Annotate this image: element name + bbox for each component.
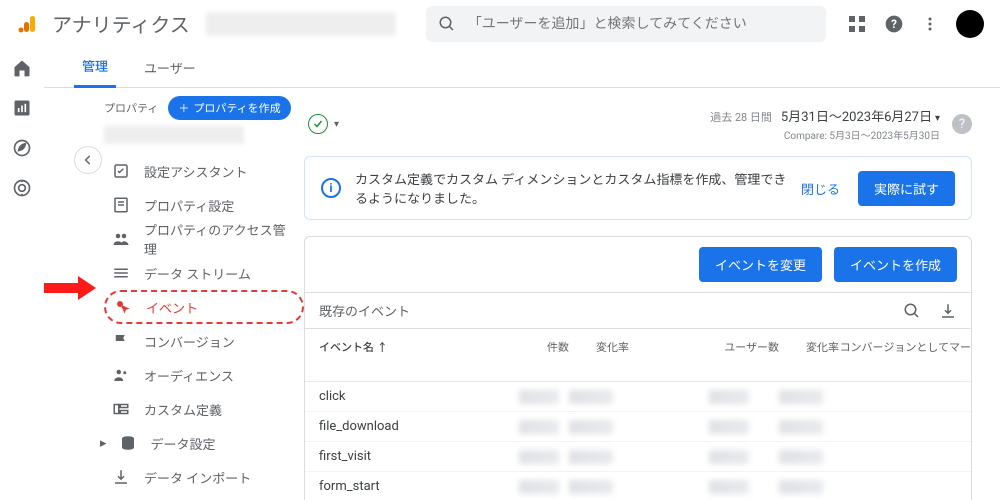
table-row: file_download — [305, 412, 971, 442]
app-title: アナリティクス — [52, 9, 190, 38]
event-name[interactable]: first_visit — [319, 449, 519, 464]
table-header: イベント名 ↑ 件数 変化率 ユーザー数 変化率 コンバージョンとしてマークを付… — [305, 329, 971, 382]
banner-text: カスタム定義でカスタム ディメンションとカスタム指標を作成、管理できるようになり… — [355, 169, 787, 207]
create-property-button[interactable]: ＋ プロパティを作成 — [168, 96, 290, 120]
search-input[interactable] — [468, 16, 814, 32]
tab-users[interactable]: ユーザー — [136, 48, 204, 87]
top-icons: ? — [848, 10, 984, 38]
apps-icon[interactable] — [848, 15, 866, 33]
flag-icon — [112, 332, 130, 350]
sidebar-item-audiences[interactable]: オーディエンス — [104, 358, 304, 392]
definitions-icon — [112, 400, 130, 418]
help-icon[interactable]: ? — [952, 114, 972, 134]
events-card: イベントを変更 イベントを作成 既存のイベント イベント名 ↑ 件数 変化率 ユ… — [304, 236, 972, 500]
modify-event-button[interactable]: イベントを変更 — [699, 247, 822, 282]
event-name[interactable]: form_start — [319, 479, 519, 494]
explore-icon[interactable] — [12, 138, 32, 158]
card-title: 既存のイベント — [319, 301, 410, 320]
info-icon: i — [321, 178, 341, 198]
chevron-down-icon: ▾ — [334, 119, 339, 130]
annotation-arrow — [44, 278, 100, 298]
table-row: click — [305, 382, 971, 412]
sidebar-item-property-settings[interactable]: プロパティ設定 — [104, 188, 304, 222]
sidebar-item-data-settings[interactable]: ▸データ設定 — [104, 426, 304, 460]
search-icon[interactable] — [903, 302, 921, 320]
create-event-button[interactable]: イベントを作成 — [834, 247, 957, 282]
search-box[interactable] — [426, 6, 826, 42]
plus-icon: ＋ — [178, 100, 189, 116]
help-icon[interactable]: ? — [884, 14, 904, 34]
status-dropdown[interactable]: ▾ — [308, 114, 339, 134]
banner-close-link[interactable]: 閉じる — [801, 179, 840, 198]
sidebar-item-events[interactable]: イベント — [104, 290, 304, 324]
database-icon — [119, 434, 137, 452]
events-panel: ▾ 過去 28 日間 5月31日～2023年6月27日 ▾ Compare: 5… — [304, 88, 1000, 500]
svg-text:?: ? — [891, 17, 897, 31]
table-row: form_start — [305, 472, 971, 500]
sidebar-item-access-management[interactable]: プロパティのアクセス管理 — [104, 222, 304, 256]
checklist-icon — [112, 162, 130, 180]
property-name[interactable] — [104, 126, 244, 144]
property-sidebar: プロパティ ＋ プロパティを作成 設定アシスタント プロパティ設定 プロパティの… — [44, 88, 304, 500]
ga-logo-icon — [16, 12, 40, 36]
more-icon[interactable] — [922, 16, 938, 32]
events-icon — [114, 298, 132, 316]
info-banner: i カスタム定義でカスタム ディメンションとカスタム指標を作成、管理できるように… — [304, 156, 972, 220]
account-selector[interactable] — [206, 12, 396, 36]
chevron-down-icon: ▾ — [935, 113, 940, 124]
chevron-right-icon: ▸ — [100, 436, 107, 451]
audience-icon — [112, 366, 130, 384]
avatar[interactable] — [956, 10, 984, 38]
collapse-sidebar-button[interactable] — [74, 146, 102, 174]
sidebar-item-data-streams[interactable]: データ ストリーム — [104, 256, 304, 290]
people-icon — [112, 230, 130, 248]
property-label: プロパティ — [104, 100, 158, 116]
date-range-selector[interactable]: 過去 28 日間 5月31日～2023年6月27日 ▾ Compare: 5月3… — [710, 106, 972, 142]
sidebar-item-setup-assistant[interactable]: 設定アシスタント — [104, 154, 304, 188]
event-name[interactable]: click — [319, 389, 519, 404]
top-bar: アナリティクス ? — [0, 0, 1000, 48]
sidebar-item-custom-definitions[interactable]: カスタム定義 — [104, 392, 304, 426]
check-icon — [308, 114, 328, 134]
search-icon — [438, 15, 456, 33]
left-rail — [0, 48, 44, 500]
download-icon[interactable] — [939, 302, 957, 320]
table-row: first_visit — [305, 442, 971, 472]
import-icon — [112, 468, 130, 486]
sidebar-item-reporting-identity[interactable]: レポート用識別子 — [104, 494, 304, 500]
streams-icon — [112, 264, 130, 282]
main-area: 管理 ユーザー プロパティ ＋ プロパティを作成 設定アシスタント プロパティ設… — [44, 48, 1000, 500]
event-name[interactable]: file_download — [319, 419, 519, 434]
reports-icon[interactable] — [12, 98, 32, 118]
advertising-icon[interactable] — [12, 178, 32, 198]
banner-try-button[interactable]: 実際に試す — [858, 171, 955, 206]
tab-admin[interactable]: 管理 — [74, 46, 116, 88]
admin-tabs: 管理 ユーザー — [44, 48, 1000, 88]
home-icon[interactable] — [12, 58, 32, 78]
sidebar-item-data-import[interactable]: データ インポート — [104, 460, 304, 494]
settings-page-icon — [112, 196, 130, 214]
sidebar-item-conversions[interactable]: コンバージョン — [104, 324, 304, 358]
